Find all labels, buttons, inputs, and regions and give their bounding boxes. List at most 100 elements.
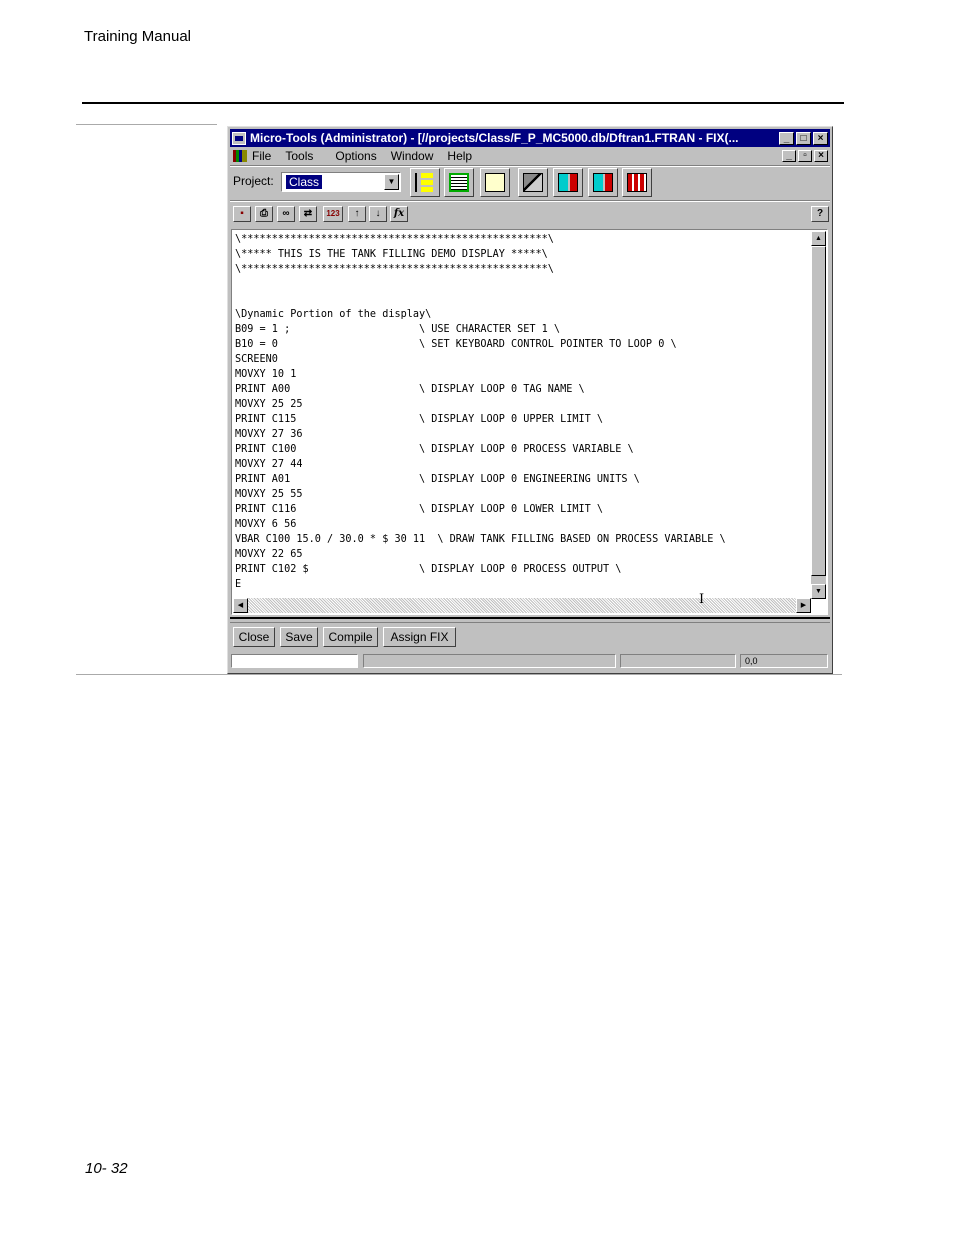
menu-window[interactable]: Window [391,149,434,163]
code-line[interactable]: MOVXY 22 65 [235,549,302,560]
scroll-left-arrow-icon[interactable]: ◀ [233,598,248,613]
menu-separator [230,165,830,167]
menu-options[interactable]: Options [335,149,376,163]
project-select[interactable]: Class ▼ [281,172,401,192]
doc-minimize-button[interactable]: _ [782,149,796,162]
code-line[interactable]: MOVXY 10 1 [235,369,296,380]
scroll-right-arrow-icon[interactable]: ▶ [796,598,811,613]
close-window-button[interactable]: × [813,131,828,145]
code-line[interactable]: \***************************************… [235,234,554,245]
micro-tools-window: Micro-Tools (Administrator) - [//project… [227,126,833,674]
text-cursor-icon: I [699,592,705,607]
tree-view-button[interactable] [410,168,440,197]
horizontal-scrollbar[interactable]: ◀ ▶ [233,598,811,613]
export-icon [558,173,578,192]
replace-tool[interactable]: ⇄ [299,206,317,222]
app-icon[interactable] [232,131,246,145]
status-panel-3 [620,654,736,668]
menu-help[interactable]: Help [447,149,472,163]
project-value: Class [286,175,323,189]
print-icon: ⎙ [260,208,268,219]
margin-rule [76,124,217,125]
download-icon: ↓ [375,208,381,219]
loop-bars-button[interactable] [622,168,652,197]
chevron-down-icon[interactable]: ▼ [384,174,399,190]
status-panel-2 [363,654,616,668]
page-header: Training Manual [84,28,191,45]
maximize-button[interactable]: □ [796,131,811,145]
code-line[interactable]: VBAR C100 15.0 / 30.0 * $ 30 11 \ DRAW T… [235,534,726,545]
bottom-rule [76,674,842,675]
compile-button[interactable]: Compile [323,627,378,647]
help-button[interactable]: ? [811,206,829,222]
code-line[interactable]: PRINT A00 \ DISPLAY LOOP 0 TAG NAME \ [235,384,585,395]
window-title: Micro-Tools (Administrator) - [//project… [250,131,739,145]
import-icon [593,173,613,192]
title-bar[interactable]: Micro-Tools (Administrator) - [//project… [230,129,830,147]
code-line[interactable]: SCREEN0 [235,354,278,365]
project-label: Project: [233,174,274,188]
doc-close-button[interactable]: × [814,149,828,162]
assign-fix-button[interactable]: Assign FIX [383,627,456,647]
code-editor[interactable]: \***************************************… [231,229,828,615]
header-rule [82,102,844,104]
find-tool[interactable]: ∞ [277,206,295,222]
code-line[interactable]: \Dynamic Portion of the display\ [235,309,431,320]
list-view-button[interactable] [444,168,474,197]
scroll-up-arrow-icon[interactable]: ▲ [811,231,826,246]
menu-bar: File Tools Options Window Help _ ▫ × [230,147,830,164]
function-tool[interactable]: fx [390,206,408,222]
document-view-button[interactable] [480,168,510,197]
code-line[interactable]: E [235,579,241,590]
upload-icon: ↑ [354,208,360,219]
code-line[interactable]: PRINT C102 $ \ DISPLAY LOOP 0 PROCESS OU… [235,564,621,575]
upload-tool[interactable]: ↑ [348,206,366,222]
calculator-tool[interactable]: 123 [323,206,343,222]
replace-icon: ⇄ [303,208,313,219]
vertical-scrollbar[interactable]: ▲ ▼ [811,231,826,599]
save-tool[interactable]: ▪ [233,206,251,222]
code-line[interactable]: \***** THIS IS THE TANK FILLING DEMO DIS… [235,249,548,260]
loop-bars-icon [627,173,647,192]
code-line[interactable]: PRINT A01 \ DISPLAY LOOP 0 ENGINEERING U… [235,474,640,485]
list-view-icon [449,173,469,192]
code-line[interactable]: MOVXY 25 25 [235,399,302,410]
cursor-position: 0,0 [740,654,828,668]
minimize-button[interactable]: _ [779,131,794,145]
menu-tools[interactable]: Tools [285,149,313,163]
menu-file[interactable]: File [252,149,271,163]
status-panel-1 [231,654,358,668]
code-line[interactable]: B10 = 0 \ SET KEYBOARD CONTROL POINTER T… [235,339,677,350]
save-icon: ▪ [240,208,244,219]
print-tool[interactable]: ⎙ [255,206,273,222]
close-button[interactable]: Close [233,627,275,647]
calculator-icon: 123 [326,209,340,218]
tree-view-icon [415,173,435,192]
export-button[interactable] [553,168,583,197]
scroll-down-arrow-icon[interactable]: ▼ [811,584,826,599]
code-line[interactable]: \***************************************… [235,264,554,275]
download-tool[interactable]: ↓ [369,206,387,222]
save-button[interactable]: Save [280,627,318,647]
code-text[interactable]: \***************************************… [235,232,726,592]
function-icon: fx [393,208,405,219]
code-line[interactable]: MOVXY 25 55 [235,489,302,500]
button-bar-divider [230,617,830,623]
find-icon: ∞ [282,208,290,219]
code-line[interactable]: MOVXY 6 56 [235,519,296,530]
code-line[interactable]: MOVXY 27 44 [235,459,302,470]
code-line[interactable]: B09 = 1 ; \ USE CHARACTER SET 1 \ [235,324,560,335]
document-view-icon [485,173,505,192]
doc-restore-button[interactable]: ▫ [798,149,812,162]
toolbar-separator [230,200,830,202]
code-line[interactable]: PRINT C116 \ DISPLAY LOOP 0 LOWER LIMIT … [235,504,603,515]
document-menu-icon[interactable] [233,149,247,162]
import-button[interactable] [588,168,618,197]
code-line[interactable]: PRINT C100 \ DISPLAY LOOP 0 PROCESS VARI… [235,444,634,455]
build-tools-icon [523,173,543,192]
page-number: 10- 32 [85,1160,128,1177]
code-line[interactable]: PRINT C115 \ DISPLAY LOOP 0 UPPER LIMIT … [235,414,603,425]
build-tools-button[interactable] [518,168,548,197]
code-line[interactable]: MOVXY 27 36 [235,429,302,440]
scroll-thumb[interactable] [811,246,826,576]
